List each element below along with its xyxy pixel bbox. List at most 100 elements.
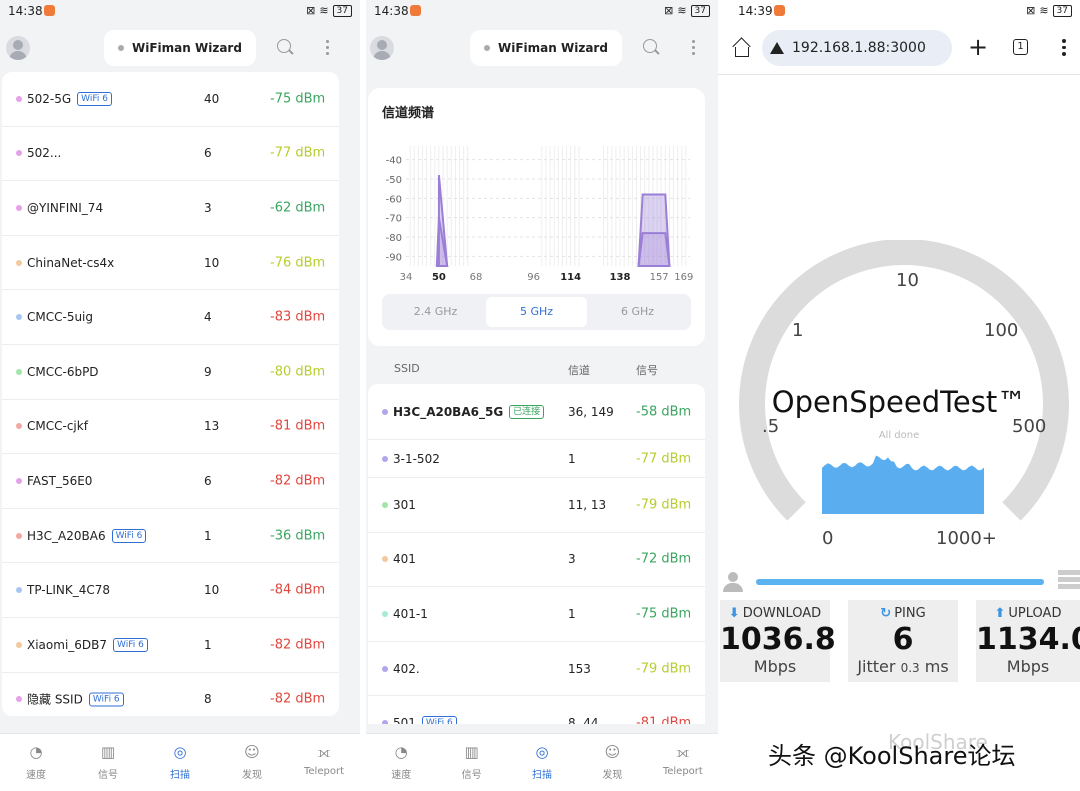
- tab-teleport[interactable]: ⟗ Teleport: [288, 734, 360, 791]
- tab-label: Teleport: [662, 766, 703, 777]
- network-signal: -84 dBm: [270, 582, 326, 598]
- ping-panel: ↻ PING 6 Jitter 0.3 ms: [848, 600, 958, 682]
- network-color-dot: [16, 95, 22, 102]
- tab-scan-radar[interactable]: ◎ 扫描: [507, 734, 577, 791]
- network-row[interactable]: H3C_A20BA6 WiFi 6 1 -36 dBm: [2, 509, 339, 564]
- network-signal: -75 dBm: [636, 606, 692, 622]
- user-icon: [722, 572, 744, 592]
- status-time: 14:39: [738, 4, 773, 18]
- network-signal: -83 dBm: [270, 309, 326, 325]
- network-ssid-wrap: 301: [393, 498, 416, 512]
- tab-discover-robot[interactable]: ☺ 发现: [216, 734, 288, 791]
- network-row[interactable]: CMCC-cjkf 13 -81 dBm: [2, 400, 339, 455]
- network-ssid: 401: [393, 552, 416, 567]
- network-badge: WiFi 6: [421, 716, 457, 724]
- tab-label: 扫描: [532, 770, 553, 781]
- network-row[interactable]: @YINFINI_74 3 -62 dBm: [2, 181, 339, 236]
- tab-scan-radar[interactable]: ◎ 扫描: [144, 734, 216, 791]
- network-row[interactable]: 501 WiFi 6 8, 44 -81 dBm: [368, 696, 705, 724]
- network-color-dot: [382, 665, 388, 672]
- wizard-label: WiFiman Wizard: [498, 41, 608, 55]
- network-color-dot: [16, 150, 22, 157]
- network-row[interactable]: 3-1-502 1 -77 dBm: [368, 440, 705, 478]
- y-tick-label: -80: [386, 233, 402, 244]
- network-list: 502-5G WiFi 6 40 -75 dBm 502... 6 -77 dBm @YINF…: [2, 72, 339, 716]
- network-row[interactable]: ChinaNet-cs4x 10 -76 dBm: [2, 236, 339, 291]
- network-row[interactable]: CMCC-5uig 4 -83 dBm: [2, 290, 339, 345]
- app-bar: WiFiman Wizard: [0, 28, 360, 68]
- network-signal: -82 dBm: [270, 637, 326, 653]
- x-tick-label: 138: [610, 272, 631, 283]
- network-signal: -81 dBm: [636, 715, 692, 724]
- avatar[interactable]: [370, 36, 394, 60]
- header-signal: 信号: [636, 364, 658, 377]
- network-signal: -58 dBm: [636, 404, 692, 419]
- network-list-5g: H3C_A20BA6_5G 已连接 36, 149 -58 dBm 3-1-502 1 -7…: [368, 384, 705, 724]
- network-ssid: 401-1: [393, 606, 428, 621]
- browser-speedtest-screen: 14:39 ⊠ ≋ 37 192.168.1.88:3000 + 1 OpenS…: [718, 0, 1080, 791]
- tab-switcher-icon[interactable]: 1: [1013, 39, 1028, 55]
- ping-value: 6: [892, 622, 914, 657]
- avatar[interactable]: [6, 36, 30, 60]
- network-row[interactable]: 402. 153 -79 dBm: [368, 642, 705, 697]
- upload-unit: Mbps: [1006, 657, 1050, 676]
- tab-speedometer[interactable]: ◔ 速度: [0, 734, 72, 791]
- tab-label: 信号: [461, 770, 482, 781]
- tab-speedometer[interactable]: ◔ 速度: [366, 734, 436, 791]
- gauge-label: 1000+: [936, 528, 997, 549]
- network-ssid-wrap: 502-5G WiFi 6: [27, 91, 112, 106]
- gauge-label: 1: [792, 320, 804, 341]
- jitter-value: 0.3: [900, 661, 920, 675]
- network-row[interactable]: 401-1 1 -75 dBm: [368, 587, 705, 642]
- network-badge: WiFi 6: [111, 528, 147, 543]
- band-option[interactable]: 6 GHz: [587, 297, 688, 327]
- band-option[interactable]: 2.4 GHz: [385, 297, 486, 327]
- search-icon[interactable]: [642, 38, 660, 56]
- wifiman-wizard-button[interactable]: WiFiman Wizard: [104, 30, 256, 66]
- tab-discover-robot[interactable]: ☺ 发现: [577, 734, 647, 791]
- network-row[interactable]: FAST_56E0 6 -82 dBm: [2, 454, 339, 509]
- network-ssid-wrap: 401: [393, 552, 416, 566]
- tab-signal-bars[interactable]: ▥ 信号: [436, 734, 506, 791]
- network-row[interactable]: 502-5G WiFi 6 40 -75 dBm: [2, 72, 339, 127]
- browser-menu-icon[interactable]: [1062, 39, 1066, 59]
- teleport-icon: ⟗: [676, 743, 690, 761]
- tab-teleport[interactable]: ⟗ Teleport: [648, 734, 718, 791]
- network-ssid: 3-1-502: [393, 451, 440, 466]
- home-icon[interactable]: [732, 40, 750, 57]
- network-ssid-wrap: CMCC-6bPD: [27, 365, 99, 379]
- vibrate-off-icon: ⊠: [306, 4, 316, 17]
- network-row[interactable]: 隐藏 SSID WiFi 6 8 -82 dBm: [2, 673, 339, 716]
- not-secure-warning-icon[interactable]: [770, 42, 784, 54]
- network-badge: WiFi 6: [88, 692, 124, 707]
- x-tick-label: 50: [432, 272, 446, 283]
- address-bar[interactable]: 192.168.1.88:3000: [762, 30, 952, 66]
- more-menu-icon[interactable]: [692, 38, 696, 56]
- network-row[interactable]: 502... 6 -77 dBm: [2, 127, 339, 182]
- network-ssid-wrap: TP-LINK_4C78: [27, 583, 110, 597]
- network-row[interactable]: Xiaomi_6DB7 WiFi 6 1 -82 dBm: [2, 618, 339, 673]
- tab-signal-bars[interactable]: ▥ 信号: [72, 734, 144, 791]
- network-ssid: CMCC-6bPD: [27, 364, 99, 379]
- download-unit: Mbps: [753, 657, 797, 676]
- network-signal: -80 dBm: [270, 364, 326, 380]
- progress-bar: [756, 579, 1044, 585]
- search-icon[interactable]: [276, 38, 294, 56]
- network-ssid: 隐藏 SSID: [27, 692, 83, 707]
- x-tick-label: 169: [674, 272, 693, 283]
- network-row[interactable]: TP-LINK_4C78 10 -84 dBm: [2, 563, 339, 618]
- network-color-dot: [382, 501, 388, 508]
- wifiman-wizard-button[interactable]: WiFiman Wizard: [470, 30, 622, 66]
- notification-icon: [774, 5, 785, 16]
- network-row[interactable]: 401 3 -72 dBm: [368, 533, 705, 588]
- band-option[interactable]: 5 GHz: [486, 297, 587, 327]
- new-tab-icon[interactable]: +: [968, 34, 988, 60]
- network-row[interactable]: H3C_A20BA6_5G 已连接 36, 149 -58 dBm: [368, 384, 705, 440]
- progress-track: [756, 579, 1044, 585]
- network-ssid: CMCC-cjkf: [27, 419, 88, 434]
- tab-label: 信号: [98, 770, 118, 781]
- tab-label: 速度: [26, 770, 46, 781]
- network-row[interactable]: 301 11, 13 -79 dBm: [368, 478, 705, 533]
- more-menu-icon[interactable]: [326, 38, 330, 56]
- network-row[interactable]: CMCC-6bPD 9 -80 dBm: [2, 345, 339, 400]
